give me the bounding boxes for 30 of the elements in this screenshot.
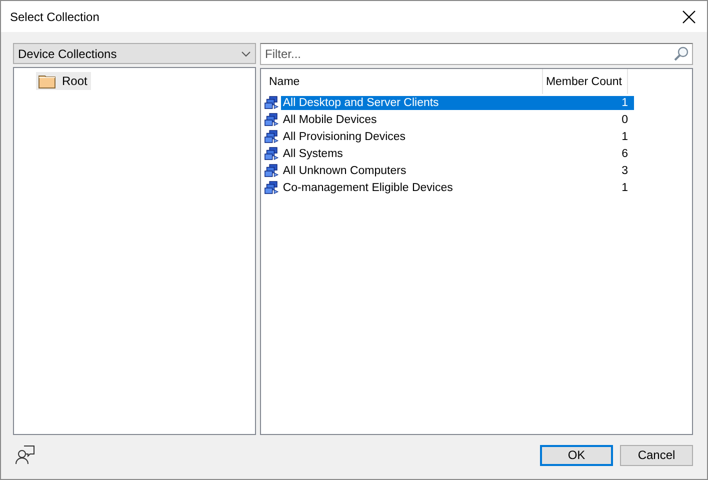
collection-name[interactable]: All Provisioning Devices	[280, 130, 552, 144]
collection-name[interactable]: All Mobile Devices	[280, 112, 552, 126]
collection-icon	[264, 94, 279, 110]
member-count: 6	[620, 146, 629, 160]
member-count: 0	[620, 112, 629, 126]
chevron-down-icon[interactable]	[241, 50, 251, 56]
collection-name[interactable]: All Desktop and Server Clients	[280, 96, 552, 110]
collection-icon	[264, 146, 279, 162]
member-count: 3	[620, 164, 629, 178]
column-header[interactable]: Name	[264, 69, 543, 94]
search-icon[interactable]	[673, 46, 689, 62]
dialog-button[interactable]: Cancel	[620, 444, 693, 466]
collection-type-dropdown[interactable]: Device Collections	[13, 43, 256, 64]
collection-icon	[264, 128, 279, 144]
column-header[interactable]: Member Count	[543, 69, 628, 94]
collection-icon	[264, 180, 279, 196]
collection-name[interactable]: All Unknown Computers	[280, 164, 552, 178]
member-count: 1	[620, 180, 629, 194]
collection-name[interactable]: All Systems	[280, 146, 552, 160]
dialog-button[interactable]: OK	[540, 444, 613, 466]
member-count: 1	[620, 130, 629, 144]
filter-field[interactable]: Filter...	[260, 43, 693, 65]
collection-icon	[264, 112, 279, 128]
folder-icon	[38, 73, 56, 89]
tree-item[interactable]: Root	[36, 72, 92, 90]
collection-name[interactable]: Co-management Eligible Devices	[280, 180, 552, 194]
collection-icon	[264, 162, 279, 178]
member-count: 1	[552, 96, 634, 110]
window-title: Select Collection	[10, 10, 100, 24]
user-chat-icon[interactable]	[14, 444, 36, 466]
